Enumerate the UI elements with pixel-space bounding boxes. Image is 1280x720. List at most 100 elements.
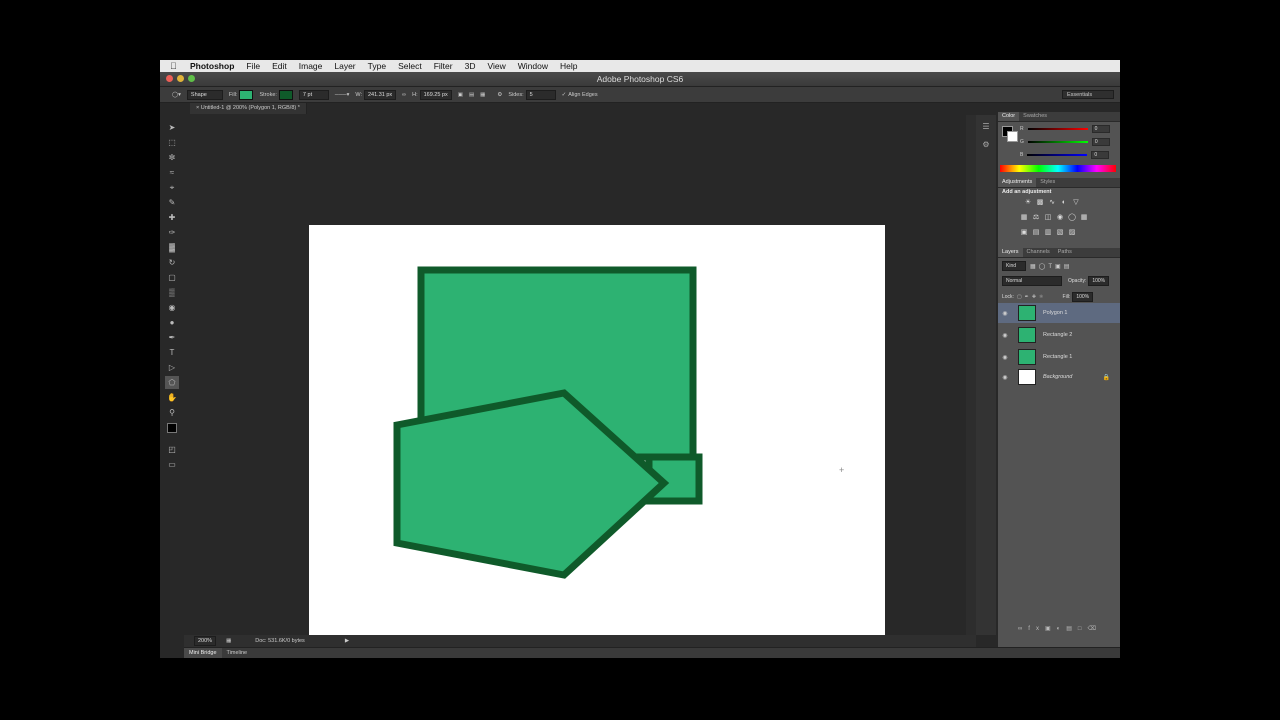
menu-layer[interactable]: Layer: [334, 61, 355, 71]
apple-icon[interactable]: : [170, 61, 182, 71]
posterize-icon[interactable]: ▤: [1030, 228, 1042, 238]
zoom-field[interactable]: 200%: [194, 636, 217, 646]
layer-row-rectangle-1[interactable]: ◉ Rectangle 1: [998, 347, 1120, 367]
menu-select[interactable]: Select: [398, 61, 422, 71]
dodge-tool-icon[interactable]: ●: [165, 316, 179, 329]
layer-style-icon[interactable]: fx: [1028, 626, 1045, 632]
fill-swatch[interactable]: [239, 89, 254, 100]
close-tab-icon[interactable]: ×: [196, 105, 199, 111]
tab-color[interactable]: Color: [998, 112, 1020, 121]
document-tab[interactable]: × Untitled-1 @ 200% (Polygon 1, RGB/8) *: [190, 103, 307, 114]
levels-icon[interactable]: ▩: [1034, 198, 1046, 208]
lock-icons[interactable]: ▢✒✚⚛: [1017, 294, 1047, 300]
green-value-field[interactable]: 0: [1091, 138, 1110, 146]
tab-adjustments[interactable]: Adjustments: [998, 178, 1037, 187]
zoom-tool-icon[interactable]: ⚲: [165, 406, 179, 419]
type-tool-icon[interactable]: T: [165, 346, 179, 359]
photo-filter-icon[interactable]: ◉: [1054, 213, 1066, 223]
color-background-swatch[interactable]: [1007, 131, 1018, 142]
tool-preset-icon[interactable]: ◯▾: [172, 92, 181, 98]
eraser-tool-icon[interactable]: ▢: [165, 271, 179, 284]
menu-filter[interactable]: Filter: [434, 61, 453, 71]
workspace-switcher[interactable]: Essentials: [1062, 90, 1114, 99]
green-slider[interactable]: [1027, 141, 1088, 143]
link-layers-icon[interactable]: ∞: [1018, 626, 1028, 632]
brush-tool-icon[interactable]: ✑: [165, 226, 179, 239]
eye-icon[interactable]: ◉: [998, 354, 1012, 361]
menu-type[interactable]: Type: [368, 61, 386, 71]
eyedropper-tool-icon[interactable]: ✎: [165, 196, 179, 209]
tab-mini-bridge[interactable]: Mini Bridge: [184, 648, 222, 658]
menu-window[interactable]: Window: [518, 61, 548, 71]
tab-timeline[interactable]: Timeline: [222, 648, 253, 658]
color-lookup-icon[interactable]: ▦: [1078, 213, 1090, 223]
curves-icon[interactable]: ∿: [1046, 198, 1058, 208]
layer-filter-icons[interactable]: ▦◯T▣▤: [1030, 263, 1072, 270]
path-operations-icon[interactable]: ▣: [458, 92, 463, 98]
crop-tool-icon[interactable]: ⌖: [165, 181, 179, 194]
vibrance-icon[interactable]: ▽: [1070, 198, 1082, 208]
menu-3d[interactable]: 3D: [465, 61, 476, 71]
healing-brush-tool-icon[interactable]: ✚: [165, 211, 179, 224]
status-icon[interactable]: ▦: [226, 638, 231, 644]
eye-icon[interactable]: ◉: [998, 310, 1012, 317]
stroke-type-select[interactable]: ───▾: [335, 92, 349, 98]
quick-select-tool-icon[interactable]: ≈: [165, 166, 179, 179]
gradient-map-icon[interactable]: ▧: [1054, 228, 1066, 238]
tool-mode-select[interactable]: Shape: [186, 89, 223, 100]
color-spectrum-ramp[interactable]: [1000, 165, 1116, 172]
path-arrangement-icon[interactable]: ▦: [480, 92, 485, 98]
layer-kind-filter[interactable]: Kind: [1002, 261, 1026, 271]
document-canvas[interactable]: [309, 225, 885, 636]
link-icon[interactable]: ∞: [402, 92, 406, 98]
hand-tool-icon[interactable]: ✋: [165, 391, 179, 404]
eye-icon[interactable]: ◉: [998, 374, 1012, 381]
stroke-control[interactable]: Stroke:: [259, 89, 293, 100]
stroke-swatch[interactable]: [278, 89, 293, 100]
new-group-icon[interactable]: ▤: [1066, 626, 1078, 632]
new-layer-icon[interactable]: □: [1078, 626, 1088, 632]
color-swatches[interactable]: [165, 421, 181, 441]
gradient-tool-icon[interactable]: ▒: [165, 286, 179, 299]
path-selection-tool-icon[interactable]: ▷: [165, 361, 179, 374]
menu-view[interactable]: View: [487, 61, 505, 71]
hue-saturation-icon[interactable]: ▦: [1018, 213, 1030, 223]
menu-file[interactable]: File: [246, 61, 260, 71]
status-menu-arrow-icon[interactable]: ▶: [345, 638, 349, 644]
tab-styles[interactable]: Styles: [1036, 178, 1059, 187]
gear-icon[interactable]: ⚙: [497, 92, 502, 98]
sides-field[interactable]: 5: [525, 89, 556, 100]
layer-row-polygon-1[interactable]: ◉ Polygon 1: [998, 303, 1120, 323]
red-value-field[interactable]: 0: [1091, 125, 1110, 133]
layer-row-rectangle-2[interactable]: ◉ Rectangle 2: [998, 325, 1120, 345]
pen-tool-icon[interactable]: ✒: [165, 331, 179, 344]
lasso-tool-icon[interactable]: ✼: [165, 151, 179, 164]
height-field[interactable]: 169.25 px: [419, 89, 452, 100]
channel-mixer-icon[interactable]: ◯: [1066, 213, 1078, 223]
layer-row-background[interactable]: ◉ Background 🔒: [998, 367, 1120, 387]
menu-edit[interactable]: Edit: [272, 61, 287, 71]
width-field[interactable]: 241.31 px: [364, 89, 397, 100]
menu-image[interactable]: Image: [299, 61, 323, 71]
vertical-scrollbar[interactable]: [966, 115, 976, 635]
marquee-tool-icon[interactable]: ⬚: [165, 136, 179, 149]
red-slider[interactable]: [1027, 128, 1088, 130]
opacity-field[interactable]: 100%: [1088, 276, 1110, 286]
adjustment-layer-icon[interactable]: ◐: [1057, 626, 1067, 632]
layer-mask-icon[interactable]: ▣: [1045, 626, 1057, 632]
foreground-color-swatch[interactable]: [167, 423, 177, 433]
properties-panel-icon[interactable]: ⚙: [980, 139, 992, 151]
trash-icon[interactable]: ⌫: [1088, 626, 1102, 632]
tab-paths[interactable]: Paths: [1054, 248, 1076, 257]
threshold-icon[interactable]: ▥: [1042, 228, 1054, 238]
path-alignment-icon[interactable]: ▤: [469, 92, 474, 98]
menu-app[interactable]: Photoshop: [190, 61, 234, 71]
blue-slider[interactable]: [1027, 154, 1088, 156]
blend-mode-select[interactable]: Normal: [1002, 276, 1062, 286]
tab-swatches[interactable]: Swatches: [1019, 112, 1051, 121]
invert-icon[interactable]: ▣: [1018, 228, 1030, 238]
tab-channels[interactable]: Channels: [1023, 248, 1054, 257]
exposure-icon[interactable]: ◐: [1058, 198, 1070, 208]
align-edges-checkbox[interactable]: ✓ Align Edges: [562, 92, 598, 98]
blue-value-field[interactable]: 0: [1091, 151, 1110, 159]
